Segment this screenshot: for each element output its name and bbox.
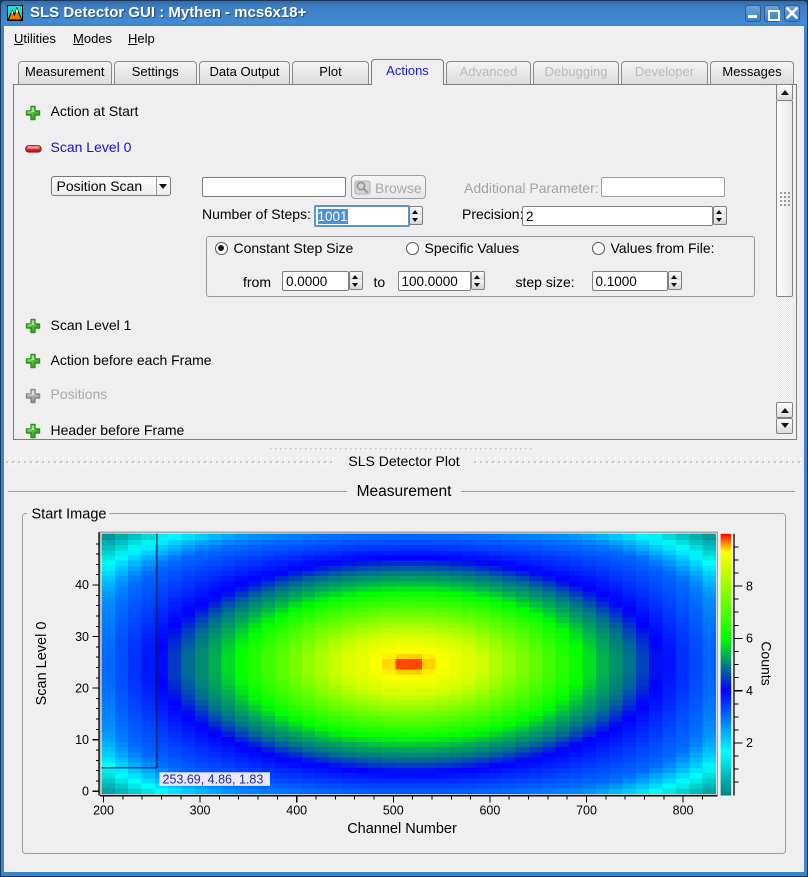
- svg-text:500: 500: [383, 804, 404, 818]
- svg-text:Start Image: Start Image: [32, 507, 107, 523]
- svg-text:30: 30: [75, 630, 89, 644]
- svg-text:200: 200: [93, 804, 114, 818]
- svg-text:700: 700: [576, 804, 597, 818]
- svg-text:2: 2: [746, 736, 753, 750]
- svg-text:0: 0: [82, 784, 89, 798]
- svg-text:300: 300: [190, 804, 211, 818]
- svg-text:253.69, 4.86, 1.83: 253.69, 4.86, 1.83: [163, 772, 264, 786]
- svg-text:800: 800: [673, 804, 694, 818]
- svg-text:Measurement: Measurement: [357, 483, 452, 500]
- svg-text:8: 8: [746, 579, 753, 593]
- svg-text:400: 400: [286, 804, 307, 818]
- svg-text:600: 600: [479, 804, 500, 818]
- svg-text:Channel Number: Channel Number: [347, 821, 457, 837]
- svg-text:Counts: Counts: [759, 641, 775, 685]
- svg-text:40: 40: [75, 578, 89, 592]
- svg-text:6: 6: [746, 632, 753, 646]
- svg-text:10: 10: [75, 733, 89, 747]
- svg-text:4: 4: [746, 684, 753, 698]
- svg-text:Scan Level 0: Scan Level 0: [34, 622, 50, 706]
- svg-text:20: 20: [75, 681, 89, 695]
